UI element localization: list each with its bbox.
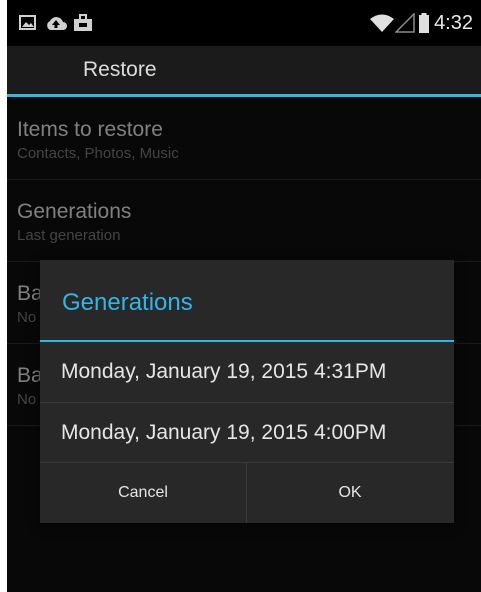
generations-dialog: Generations Monday, January 19, 2015 4:3… [40, 260, 454, 523]
status-bar: 4:32 [7, 0, 481, 46]
generation-item[interactable]: Monday, January 19, 2015 4:00PM [40, 403, 454, 463]
wifi-icon [370, 14, 394, 32]
status-time: 4:32 [434, 12, 473, 34]
battery-icon [419, 13, 429, 33]
cloud-upload-icon [47, 17, 67, 30]
dialog-title: Generations [62, 289, 193, 316]
signal-icon [395, 13, 415, 33]
ok-button[interactable]: OK [247, 463, 453, 523]
gallery-icon [19, 15, 36, 30]
generation-item[interactable]: Monday, January 19, 2015 4:31PM [40, 342, 454, 402]
screen: 4:32 Restore Items to restore Contacts, … [7, 0, 481, 592]
action-bar: Restore [7, 46, 481, 94]
page-title: Restore [83, 58, 157, 81]
generation-item-label: Monday, January 19, 2015 4:31PM [61, 360, 387, 383]
briefcase-icon [74, 14, 92, 31]
cancel-button[interactable]: Cancel [40, 463, 246, 523]
generation-item-label: Monday, January 19, 2015 4:00PM [61, 421, 387, 444]
